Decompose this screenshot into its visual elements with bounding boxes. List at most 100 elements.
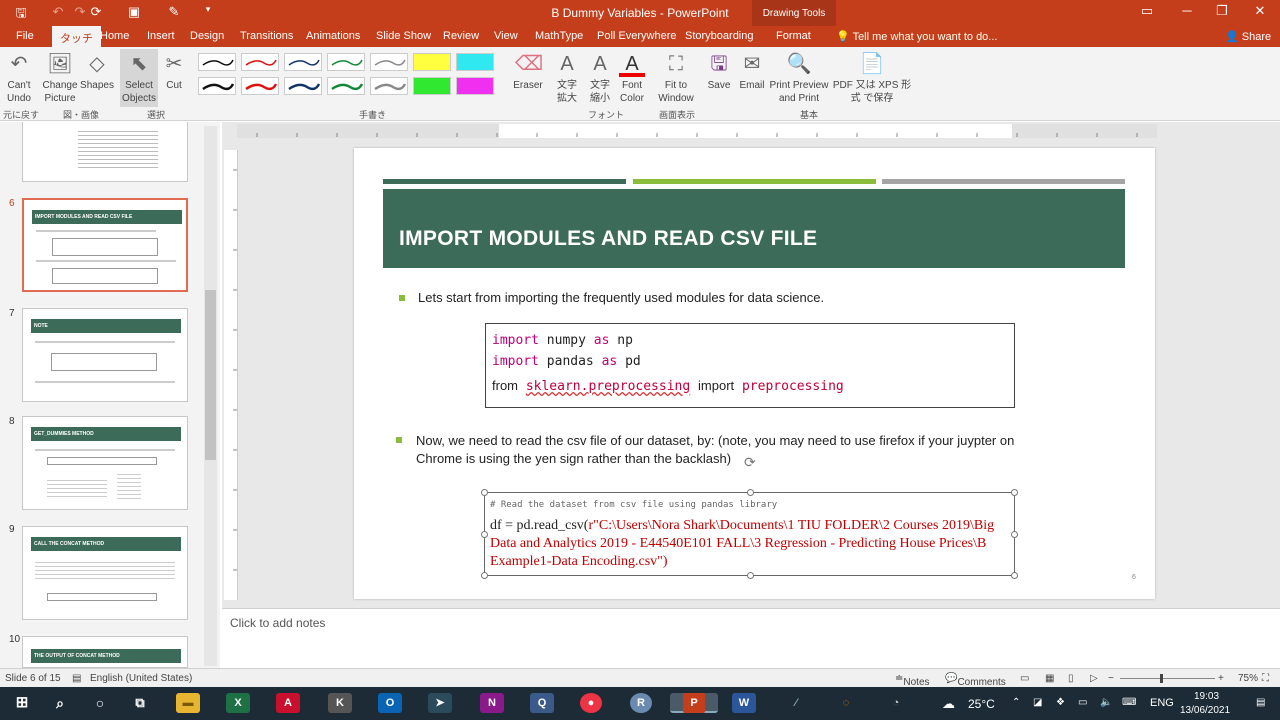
slide-thumbnail-7[interactable]: NOTE [22,308,188,402]
resize-handle[interactable] [481,531,488,538]
save-as-pdf-button[interactable]: 📄 PDF 又は XPS 形式 で保存 [830,51,914,105]
undo-button[interactable]: ↶ Can't Undo [4,51,34,105]
slide-thumbnail-9[interactable]: CALL THE CONCAT METHOD [22,526,188,620]
notes-pane[interactable]: Click to add notes [222,608,1280,668]
pen-gray-1[interactable] [370,53,408,71]
resize-handle[interactable] [1011,531,1018,538]
notifications-icon[interactable]: ▤ [1256,697,1265,708]
select-objects-button[interactable]: ⬉ Select Objects [120,49,158,107]
ribbon-display-icon[interactable]: ▭ [1132,3,1162,19]
pen-green-2[interactable] [327,77,365,95]
highlighter-green[interactable] [413,77,451,95]
tab-poll-everywhere[interactable]: Poll Everywhere [597,30,676,42]
bullet-text-2-line1[interactable]: Now, we need to read the csv file of our… [416,432,1014,450]
tab-slide-show[interactable]: Slide Show [376,30,431,42]
tab-home[interactable]: Home [100,30,129,42]
tab-design[interactable]: Design [190,30,224,42]
email-button[interactable]: ✉ Email [737,51,767,92]
app-orange-icon[interactable]: ◌ [834,693,858,713]
chrome-icon[interactable]: ● [580,693,602,713]
slide-thumbnail-5[interactable] [22,122,188,182]
tab-file[interactable]: File [16,30,34,42]
import-code-box[interactable]: import numpy as np import pandas as pd f… [485,323,1015,408]
resize-handle[interactable] [1011,489,1018,496]
slide-canvas[interactable]: IMPORT MODULES AND READ CSV FILE Lets st… [354,148,1155,599]
volume-icon[interactable]: 🔈 [1100,697,1112,708]
language-indicator[interactable]: English (United States) [90,673,192,684]
app-arrow-icon[interactable]: ➤ [428,693,452,713]
slideshow-icon[interactable]: ▷ [1090,673,1098,684]
slide-thumbnail-8[interactable]: GET_DUMMIES METHOD [22,416,188,510]
rotate-handle-icon[interactable]: ⟳ [744,454,756,471]
pen-black-2[interactable] [198,77,236,95]
comments-toggle[interactable]: 💬 Comments [945,673,1006,688]
pen-black-1[interactable] [198,53,236,71]
resize-handle[interactable] [481,572,488,579]
shrink-font-button[interactable]: A 文字 縮小 [586,51,614,105]
file-explorer-icon[interactable]: ▬ [176,693,200,713]
thumbnail-scrollbar-thumb[interactable] [205,290,216,460]
slide-scrollbar[interactable] [1268,140,1280,600]
change-picture-button[interactable]: 🖼 Change Picture [42,51,78,105]
clock-time[interactable]: 19:03 [1194,691,1219,702]
tab-touch[interactable]: タッチ [52,26,101,47]
minimize-icon[interactable]: ─ [1172,3,1202,18]
pen-blue-1[interactable] [284,53,322,71]
slide-sorter-icon[interactable]: ▦ [1045,673,1054,684]
r-icon[interactable]: R [630,693,652,713]
pen-blue-2[interactable] [284,77,322,95]
save-button[interactable]: 🖫 Save [705,51,733,92]
proofing-icon[interactable]: ▤ [72,673,81,684]
task-view-icon[interactable]: ⧉ [128,693,152,713]
slide-title-banner[interactable]: IMPORT MODULES AND READ CSV FILE [383,189,1125,268]
tab-review[interactable]: Review [443,30,479,42]
tray-overflow-icon[interactable]: ⌃ [1012,697,1020,708]
windows-start-icon[interactable]: ⊞ [10,693,34,713]
network-icon[interactable]: ▭ [1078,697,1087,708]
outlook-icon[interactable]: O [378,693,402,713]
font-color-button[interactable]: A Font Color [616,51,648,105]
fit-slide-icon[interactable]: ⛶ [1262,673,1269,684]
excel-icon[interactable]: X [226,693,250,713]
dropbox-icon[interactable]: ❖ [1056,697,1065,708]
acrobat-icon[interactable]: A [276,693,300,713]
slide-thumbnail-10[interactable]: THE OUTPUT OF CONCAT METHOD [22,636,188,668]
highlighter-magenta[interactable] [456,77,494,95]
highlighter-cyan[interactable] [456,53,494,71]
resize-handle[interactable] [481,489,488,496]
powerpoint-taskbar-button[interactable]: P [670,693,718,713]
zoom-level[interactable]: 75% [1238,673,1258,684]
grow-font-button[interactable]: A 文字 拡大 [553,51,581,105]
slide-thumbnail-6[interactable]: IMPORT MODULES AND READ CSV FILE [22,198,188,292]
zoom-slider-thumb[interactable] [1160,674,1163,683]
eraser-button[interactable]: ⌫ Eraser [512,51,544,92]
zoom-slider[interactable] [1120,678,1215,679]
zoom-in-icon[interactable]: + [1218,673,1224,684]
pen-green-1[interactable] [327,53,365,71]
app-pen-icon[interactable]: ⁄ [784,693,808,713]
onenote-icon[interactable]: N [480,693,504,713]
app-q-icon[interactable]: Q [530,693,554,713]
shapes-button[interactable]: ◇ Shapes [79,51,115,92]
weather-temperature[interactable]: 25°C [968,697,995,711]
close-icon[interactable]: ✕ [1245,3,1275,19]
tab-animations[interactable]: Animations [306,30,360,42]
tab-mathtype[interactable]: MathType [535,30,583,42]
app-k-icon[interactable]: K [328,693,352,713]
clock-date[interactable]: 13/06/2021 [1180,705,1230,716]
weather-icon[interactable]: ☁ [942,696,955,712]
share-button[interactable]: 👤 Share [1225,30,1271,43]
reading-view-icon[interactable]: ▯ [1068,673,1074,684]
tab-insert[interactable]: Insert [147,30,175,42]
tell-me-search[interactable]: 💡 Tell me what you want to do... [836,30,997,43]
resize-handle[interactable] [747,489,754,496]
tab-storyboarding[interactable]: Storyboarding [685,30,754,42]
bullet-text-1[interactable]: Lets start from importing the frequently… [418,289,824,307]
restore-icon[interactable]: ❐ [1207,3,1237,19]
pen-gray-2[interactable] [370,77,408,95]
cut-button[interactable]: ✂ Cut [160,51,188,92]
pen-red-2[interactable] [241,77,279,95]
cortana-icon[interactable]: ○ [88,693,112,713]
tray-app-icon[interactable]: ◪ [1033,697,1042,708]
normal-view-icon[interactable]: ▭ [1020,673,1029,684]
